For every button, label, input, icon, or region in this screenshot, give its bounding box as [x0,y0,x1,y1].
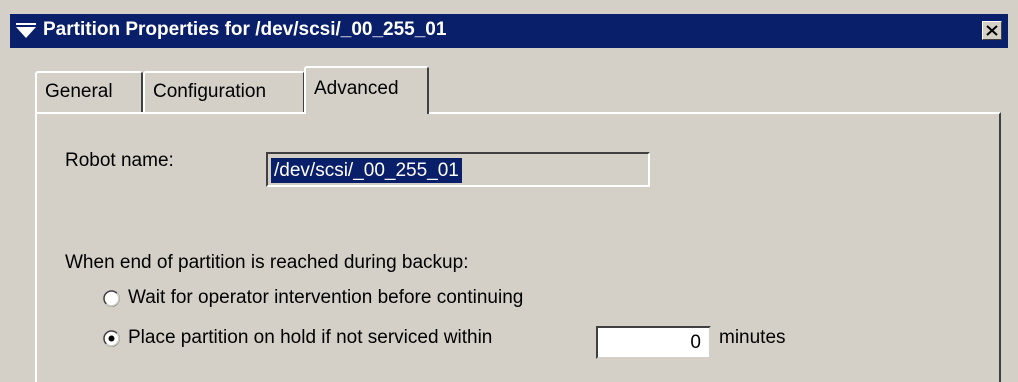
robot-name-label: Robot name: [65,150,174,171]
robot-name-selected-text: /dev/scsi/_00_255_01 [271,158,462,183]
active-tab-connector [306,112,427,115]
robot-name-input[interactable]: /dev/scsi/_00_255_01 [266,152,650,187]
tab-advanced[interactable]: Advanced [304,66,429,114]
title-bar[interactable]: Partition Properties for /dev/scsi/_00_2… [10,14,1008,48]
radio-wait-label: Wait for operator intervention before co… [128,287,524,308]
close-icon [986,25,998,36]
collapse-triangle-icon[interactable] [16,23,36,39]
end-of-partition-label: When end of partition is reached during … [65,252,469,273]
window-title: Partition Properties for /dev/scsi/_00_2… [43,19,447,40]
radio-unselected-icon[interactable] [103,290,120,307]
tab-configuration[interactable]: Configuration [143,71,305,113]
tab-general[interactable]: General [35,71,143,113]
minutes-input[interactable]: 0 [596,326,711,359]
partition-properties-dialog: Partition Properties for /dev/scsi/_00_2… [0,0,1018,382]
close-button[interactable] [982,21,1002,40]
minutes-label: minutes [719,327,786,348]
radio-selected-icon[interactable] [103,330,120,347]
radio-hold-label: Place partition on hold if not serviced … [128,327,493,348]
